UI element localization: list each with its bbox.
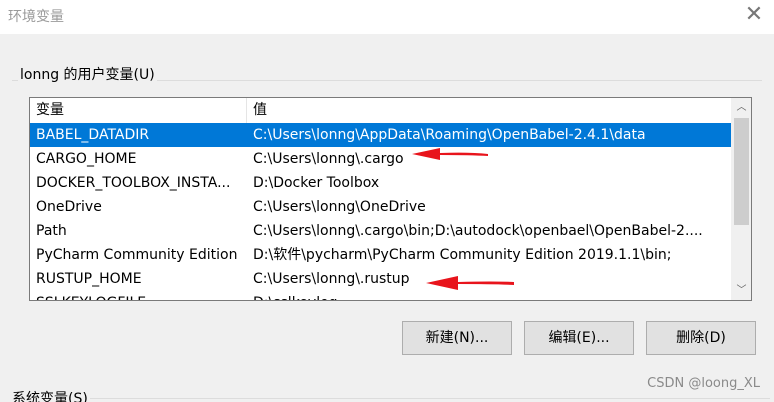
table-row[interactable]: RUSTUP_HOME C:\Users\lonng\.rustup bbox=[30, 267, 733, 291]
user-vars-list[interactable]: 变量 值 BABEL_DATADIR C:\Users\lonng\AppDat… bbox=[29, 97, 752, 301]
close-icon[interactable]: ✕ bbox=[734, 0, 774, 34]
table-row[interactable]: OneDrive C:\Users\lonng\OneDrive bbox=[30, 195, 733, 219]
variable-name: BABEL_DATADIR bbox=[36, 127, 150, 143]
list-header: 变量 值 bbox=[30, 98, 733, 124]
variable-value: D:\Docker Toolbox bbox=[253, 175, 380, 191]
environment-variables-window: 环境变量 ✕ lonng 的用户变量(U) 变量 值 BABEL_DATADIR… bbox=[0, 0, 774, 402]
annotation-arrow-rustup bbox=[426, 276, 514, 290]
delete-button[interactable]: 删除(D) bbox=[646, 321, 756, 355]
arrow-shape bbox=[412, 148, 488, 160]
user-vars-group-label: lonng 的用户变量(U) bbox=[18, 64, 157, 84]
variable-value: C:\Users\lonng\AppData\Roaming\OpenBabel… bbox=[253, 127, 646, 143]
variable-name: Path bbox=[36, 223, 67, 239]
scrollbar-thumb[interactable] bbox=[734, 118, 749, 225]
watermark: CSDN @loong_XL bbox=[647, 376, 760, 391]
variable-value: C:\Users\lonng\.cargo\bin;D:\autodock\op… bbox=[253, 223, 703, 239]
variable-name: PyCharm Community Edition bbox=[36, 247, 238, 263]
system-vars-group-frame bbox=[10, 398, 770, 399]
variable-name: RUSTUP_HOME bbox=[36, 271, 142, 287]
variable-value: C:\Users\lonng\OneDrive bbox=[253, 199, 426, 215]
table-row[interactable]: CARGO_HOME C:\Users\lonng\.cargo bbox=[30, 147, 733, 171]
column-header-variable[interactable]: 变量 bbox=[36, 98, 64, 123]
edit-button[interactable]: 编辑(E)... bbox=[524, 321, 634, 355]
title-bar: 环境变量 ✕ bbox=[0, 0, 774, 34]
list-rows: BABEL_DATADIR C:\Users\lonng\AppData\Roa… bbox=[30, 123, 733, 300]
arrow-shape bbox=[426, 276, 514, 290]
variable-name: OneDrive bbox=[36, 199, 102, 215]
table-row[interactable]: DOCKER_TOOLBOX_INSTA... D:\Docker Toolbo… bbox=[30, 171, 733, 195]
column-divider[interactable] bbox=[246, 98, 247, 123]
dialog-body: lonng 的用户变量(U) 变量 值 BABEL_DATADIR C:\Use… bbox=[0, 34, 774, 402]
annotation-arrow-cargo bbox=[412, 148, 488, 160]
variable-name: SSLKEYLOGFILE bbox=[36, 291, 242, 300]
scroll-up-icon[interactable]: ︿ bbox=[732, 98, 751, 117]
table-row[interactable]: SSLKEYLOGFILE D:\sslkeylog bbox=[30, 291, 733, 300]
variable-value: C:\Users\lonng\.cargo bbox=[253, 151, 404, 167]
variable-value: D:\软件\pycharm\PyCharm Community Edition … bbox=[253, 247, 672, 263]
table-row[interactable]: Path C:\Users\lonng\.cargo\bin;D:\autodo… bbox=[30, 219, 733, 243]
vertical-scrollbar[interactable]: ︿ ﹀ bbox=[731, 98, 751, 300]
scroll-down-icon[interactable]: ﹀ bbox=[732, 281, 751, 300]
table-row[interactable]: PyCharm Community Edition D:\软件\pycharm\… bbox=[30, 243, 733, 267]
variable-name: DOCKER_TOOLBOX_INSTA... bbox=[36, 175, 231, 191]
new-button[interactable]: 新建(N)... bbox=[402, 321, 512, 355]
column-header-value[interactable]: 值 bbox=[253, 98, 267, 123]
system-vars-group-label: 系统变量(S) bbox=[10, 388, 90, 402]
table-row[interactable]: BABEL_DATADIR C:\Users\lonng\AppData\Roa… bbox=[30, 123, 733, 147]
window-title: 环境变量 bbox=[8, 9, 64, 25]
variable-name: CARGO_HOME bbox=[36, 151, 137, 167]
